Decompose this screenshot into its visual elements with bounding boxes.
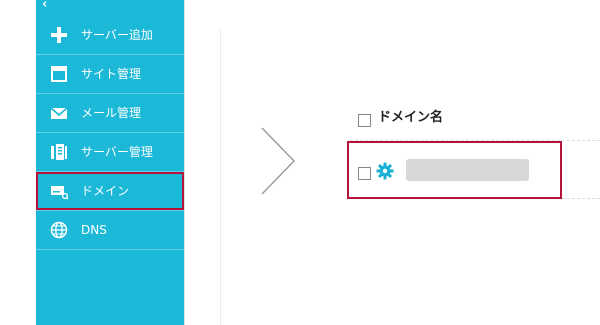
- globe-icon: [50, 221, 68, 239]
- sidebar: ‹ サーバー追加 サイト管理 メール管理 サーバー管理 ドメイン DNS: [36, 0, 185, 325]
- sidebar-menu: サーバー追加 サイト管理 メール管理 サーバー管理 ドメイン DNS: [36, 16, 184, 250]
- sidebar-item-add-server[interactable]: サーバー追加: [36, 16, 184, 55]
- envelope-icon: [50, 107, 68, 119]
- sidebar-item-label: DNS: [81, 223, 107, 237]
- sidebar-item-label: サーバー管理: [81, 145, 153, 159]
- server-icon: [51, 144, 67, 160]
- column-header-domain-name: ドメイン名: [378, 110, 444, 125]
- chevron-left-icon[interactable]: ‹: [42, 0, 47, 11]
- domain-card-icon: [51, 186, 68, 200]
- sidebar-item-label: サイト管理: [81, 67, 142, 81]
- sidebar-item-label: サーバー追加: [81, 28, 153, 42]
- content-divider: [220, 28, 221, 325]
- sidebar-item-domain[interactable]: ドメイン: [36, 172, 184, 211]
- domain-row-highlight: [347, 141, 562, 199]
- table-header: ドメイン名: [350, 100, 600, 141]
- sidebar-item-label: メール管理: [81, 106, 142, 120]
- select-all-checkbox[interactable]: [358, 114, 371, 127]
- sidebar-item-mail-management[interactable]: メール管理: [36, 94, 184, 133]
- sidebar-item-dns[interactable]: DNS: [36, 211, 184, 250]
- window-icon: [51, 66, 67, 82]
- chevron-right-icon: [261, 127, 295, 195]
- plus-icon: [51, 27, 67, 43]
- sidebar-item-label: ドメイン: [81, 184, 130, 198]
- sidebar-item-server-management[interactable]: サーバー管理: [36, 133, 184, 172]
- left-gutter: [0, 0, 36, 325]
- sidebar-item-site-management[interactable]: サイト管理: [36, 55, 184, 94]
